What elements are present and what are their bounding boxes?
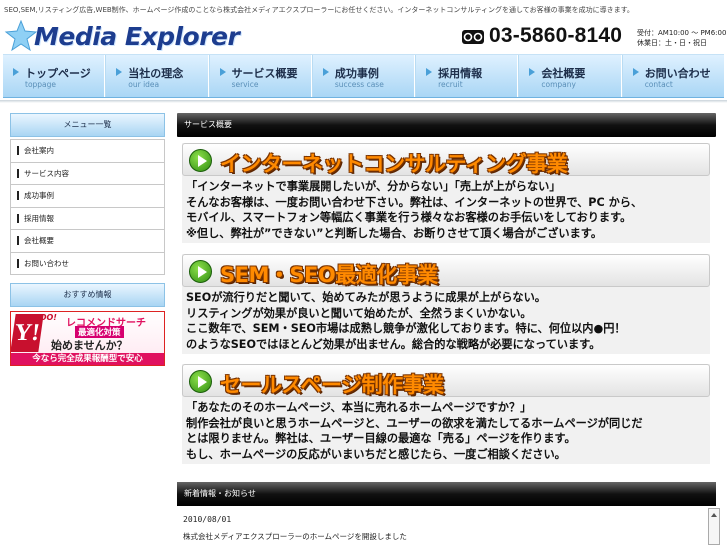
service-title: インターネットコンサルティング事業 — [220, 152, 568, 176]
service-body: 「インターネットで事業展開したいが、分からない」「売上が上がらない」 そんなお客… — [186, 179, 642, 241]
service-body-line: 「あなたのそのホームページ、本当に売れるホームページですか？」 — [186, 401, 532, 414]
service-body-line: モバイル、スマートフォン等幅広く事業を行う様々なお客様のお手伝いをしております。 — [186, 211, 632, 224]
service-body-line: リスティングが効果が良いと聞いて始めたが、全然うまくいかない。 — [186, 306, 532, 320]
nav-item-toppage[interactable]: トップページ toppage — [3, 55, 106, 97]
service-title-bar[interactable]: セールスページ制作事業 — [182, 364, 710, 397]
star-logo-icon — [4, 20, 38, 52]
recommend-search-banner[interactable]: Y! HOO! レコメンドサーチ 最適化対策 始めませんか？ 今なら完全成果報酬… — [10, 311, 165, 366]
service-body-line: 制作会社が良いと思うホームページと、ユーザーの欲求を満たしてるホームページが同じ… — [186, 416, 643, 430]
service-block-sales-page: セールスページ制作事業 「あなたのそのホームページ、本当に売れるホームページです… — [182, 364, 710, 464]
nav-sublabel: success case — [334, 80, 384, 89]
service-body-line: ここ数年で、SEM・SEO市場は成熟し競争が激化しております。特に、何位以内●円… — [186, 322, 626, 335]
sidebar-heading: メニュー一覧 — [10, 113, 165, 137]
arrow-right-icon — [426, 68, 433, 76]
business-hours: 受付：AM10:00 〜 PM6:00 休業日：土・日・祝日 — [637, 28, 726, 48]
nav-item-service[interactable]: サービス概要 service — [208, 55, 312, 97]
hours-reception: 受付：AM10:00 〜 PM6:00 — [637, 29, 727, 37]
service-body-line: そんなお客様は、一度お問い合わせ下さい。弊社は、インターネットの世界で、PC か… — [186, 195, 643, 209]
service-body-line: のようなSEOではほとんど効果が出ません。総合的な戦略が必要になっています。 — [186, 337, 601, 351]
header-divider — [0, 100, 727, 103]
sidebar-heading-recommend: おすすめ情報 — [10, 283, 165, 307]
service-body-line: ※但し、弊社が”できない”と判断した場合、お断りさせて頂く場合がございます。 — [186, 226, 603, 240]
nav-label: サービス概要 — [231, 67, 298, 80]
arrow-right-icon — [529, 68, 536, 76]
sidebar-item-success-case[interactable]: 成功事例 — [11, 184, 164, 207]
service-body-line: とは限りません。弊社は、ユーザー目線の最適な「売る」ページを作ります。 — [186, 432, 576, 445]
arrow-right-icon — [632, 68, 639, 76]
yahoo-logo-small: HOO! — [33, 313, 57, 322]
nav-item-contact[interactable]: お問い合わせ contact — [621, 55, 724, 97]
arrow-right-icon — [13, 68, 19, 76]
banner-line-4: 今なら完全成果報酬型で安心 — [11, 353, 164, 365]
service-body-line: もし、ホームページの反応がいまいちだと感じたら、一度ご相談ください。 — [186, 447, 566, 461]
site-logo[interactable]: Media Explorer — [4, 20, 240, 52]
logo-text: Media Explorer — [34, 22, 240, 51]
service-title-bar[interactable]: インターネットコンサルティング事業 — [182, 143, 710, 176]
nav-label: お問い合わせ — [644, 67, 711, 80]
sidebar-menu: 会社案内 サービス内容 成功事例 採用情報 会社概要 お問い合わせ — [10, 139, 165, 275]
sidebar-item-company-guide[interactable]: 会社案内 — [11, 139, 164, 162]
nav-sublabel: company — [541, 80, 576, 89]
sidebar-item-recruit[interactable]: 採用情報 — [11, 206, 164, 229]
play-arrow-icon — [189, 260, 212, 283]
sidebar-item-company[interactable]: 会社概要 — [11, 229, 164, 252]
service-body: 「あなたのそのホームページ、本当に売れるホームページですか？」 制作会社が良いと… — [186, 400, 643, 462]
nav-item-recruit[interactable]: 採用情報 recruit — [415, 55, 519, 97]
nav-sublabel: recruit — [438, 80, 463, 89]
arrow-right-icon — [116, 68, 123, 76]
news-date: 2010/08/01 — [183, 515, 232, 524]
site-tagline: SEO,SEM,リスティング広告,WEB制作、ホームページ作成のことなら株式会社… — [4, 6, 634, 14]
service-block-sem-seo: SEM・SEO最適化事業 SEOが流行りだと聞いて、始めてみたが思うように成果が… — [182, 254, 710, 354]
service-block-consulting: インターネットコンサルティング事業 「インターネットで事業展開したいが、分からな… — [182, 143, 710, 243]
nav-sublabel: contact — [644, 80, 673, 89]
hours-closed-days: 休業日：土・日・祝日 — [637, 39, 707, 47]
nav-item-our-idea[interactable]: 当社の理念 our idea — [105, 55, 209, 97]
service-title: セールスページ制作事業 — [220, 373, 444, 397]
service-body-line: SEOが流行りだと聞いて、始めてみたが思うように成果が上がらない。 — [186, 291, 546, 304]
service-title: SEM・SEO最適化事業 — [220, 263, 438, 287]
news-heading: 新着情報・お知らせ — [177, 482, 716, 506]
arrow-right-icon — [322, 68, 329, 76]
phone-number: 03-5860-8140 — [489, 24, 623, 47]
sidebar-item-services[interactable]: サービス内容 — [11, 161, 164, 184]
news-scrollbar[interactable] — [708, 508, 720, 545]
free-dial-icon — [462, 30, 484, 44]
nav-item-company[interactable]: 会社概要 company — [518, 55, 622, 97]
sidebar-item-contact[interactable]: お問い合わせ — [11, 251, 164, 274]
nav-sublabel: toppage — [25, 80, 57, 89]
sidebar: メニュー一覧 会社案内 サービス内容 成功事例 採用情報 会社概要 お問い合わせ… — [10, 113, 165, 366]
service-body: SEOが流行りだと聞いて、始めてみたが思うように成果が上がらない。 リスティング… — [186, 290, 626, 352]
nav-label: 採用情報 — [438, 67, 483, 80]
banner-line-3: 始めませんか？ — [51, 339, 128, 352]
news-item[interactable]: 株式会社メディアエクスプローラーのホームページを開設しました — [183, 531, 407, 542]
play-arrow-icon — [189, 370, 212, 393]
nav-sublabel: our idea — [128, 80, 160, 89]
nav-label: 会社概要 — [541, 67, 586, 80]
play-arrow-icon — [189, 149, 212, 172]
arrow-right-icon — [219, 68, 226, 76]
nav-item-success-case[interactable]: 成功事例 success case — [311, 55, 416, 97]
service-title-bar[interactable]: SEM・SEO最適化事業 — [182, 254, 710, 287]
main-heading: サービス概要 — [177, 113, 716, 137]
global-nav: トップページ toppage 当社の理念 our idea サービス概要 servic… — [3, 54, 724, 98]
nav-label: トップページ — [25, 67, 91, 80]
nav-label: 成功事例 — [334, 67, 379, 80]
nav-label: 当社の理念 — [128, 67, 184, 80]
nav-sublabel: service — [231, 80, 259, 89]
service-body-line: 「インターネットで事業展開したいが、分からない」「売上が上がらない」 — [186, 180, 561, 193]
